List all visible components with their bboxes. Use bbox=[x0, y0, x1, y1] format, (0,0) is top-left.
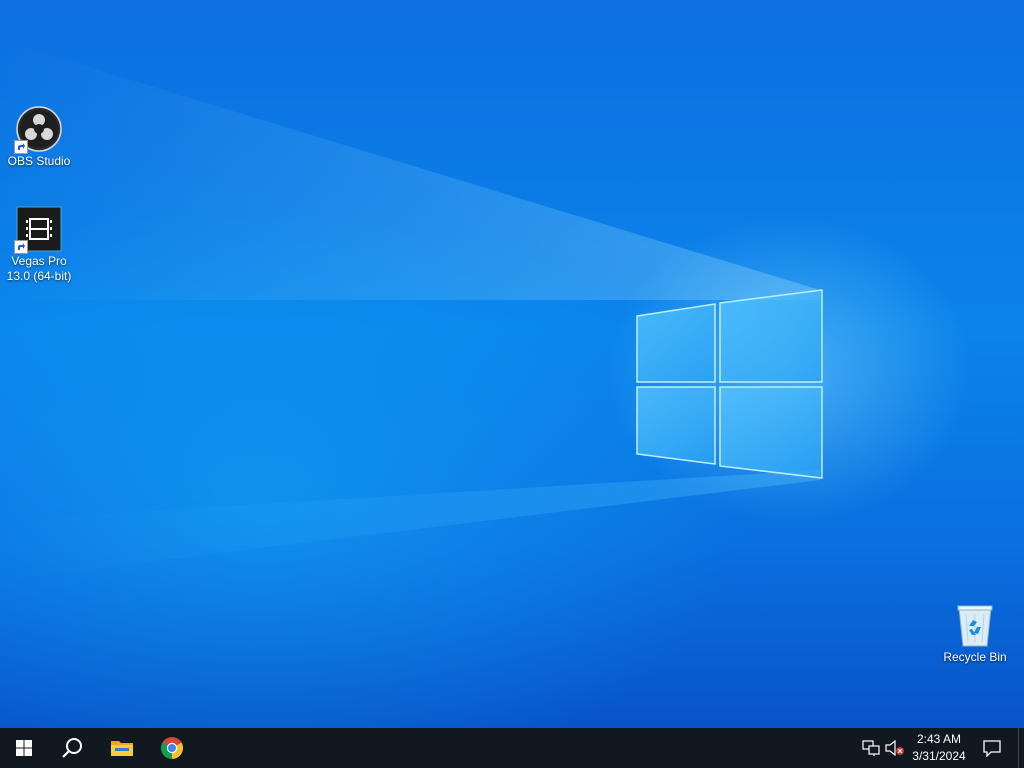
desktop-wallpaper bbox=[0, 0, 1024, 728]
search-icon bbox=[62, 738, 82, 758]
volume-tray-button[interactable] bbox=[884, 728, 906, 768]
taskbar-clock[interactable]: 2:43 AM 3/31/2024 bbox=[904, 728, 974, 768]
volume-muted-icon bbox=[885, 740, 904, 756]
vegas-pro-icon bbox=[14, 206, 62, 254]
file-explorer-icon bbox=[111, 741, 133, 756]
desktop-icon-obs-studio[interactable]: OBS Studio bbox=[1, 106, 77, 169]
show-desktop-button[interactable] bbox=[1018, 728, 1024, 768]
shortcut-arrow-icon bbox=[14, 140, 28, 154]
windows-start-icon bbox=[16, 740, 32, 756]
file-explorer-button[interactable] bbox=[98, 728, 146, 768]
chrome-icon bbox=[161, 737, 183, 759]
desktop-icon-label: Recycle Bin bbox=[943, 650, 1007, 664]
desktop-icon-recycle-bin[interactable]: Recycle Bin bbox=[937, 602, 1013, 665]
recycle-bin-icon bbox=[952, 602, 998, 648]
network-tray-button[interactable] bbox=[860, 728, 882, 768]
desktop-icon-label: OBS Studio bbox=[7, 154, 71, 168]
taskbar: 2:43 AM 3/31/2024 bbox=[0, 728, 1024, 768]
desktop-icon-vegas-pro[interactable]: Vegas Pro 13.0 (64-bit) bbox=[1, 206, 77, 284]
clock-time: 2:43 AM bbox=[916, 732, 962, 746]
obs-studio-icon bbox=[14, 106, 62, 154]
search-button[interactable] bbox=[48, 728, 96, 768]
shortcut-arrow-icon bbox=[14, 240, 28, 254]
action-center-icon bbox=[983, 740, 1001, 757]
start-button[interactable] bbox=[0, 728, 48, 768]
network-icon bbox=[862, 740, 880, 756]
desktop-icon-label: Vegas Pro 13.0 (64-bit) bbox=[6, 254, 72, 283]
clock-date: 3/31/2024 bbox=[912, 749, 966, 763]
chrome-button[interactable] bbox=[148, 728, 196, 768]
action-center-button[interactable] bbox=[978, 728, 1006, 768]
